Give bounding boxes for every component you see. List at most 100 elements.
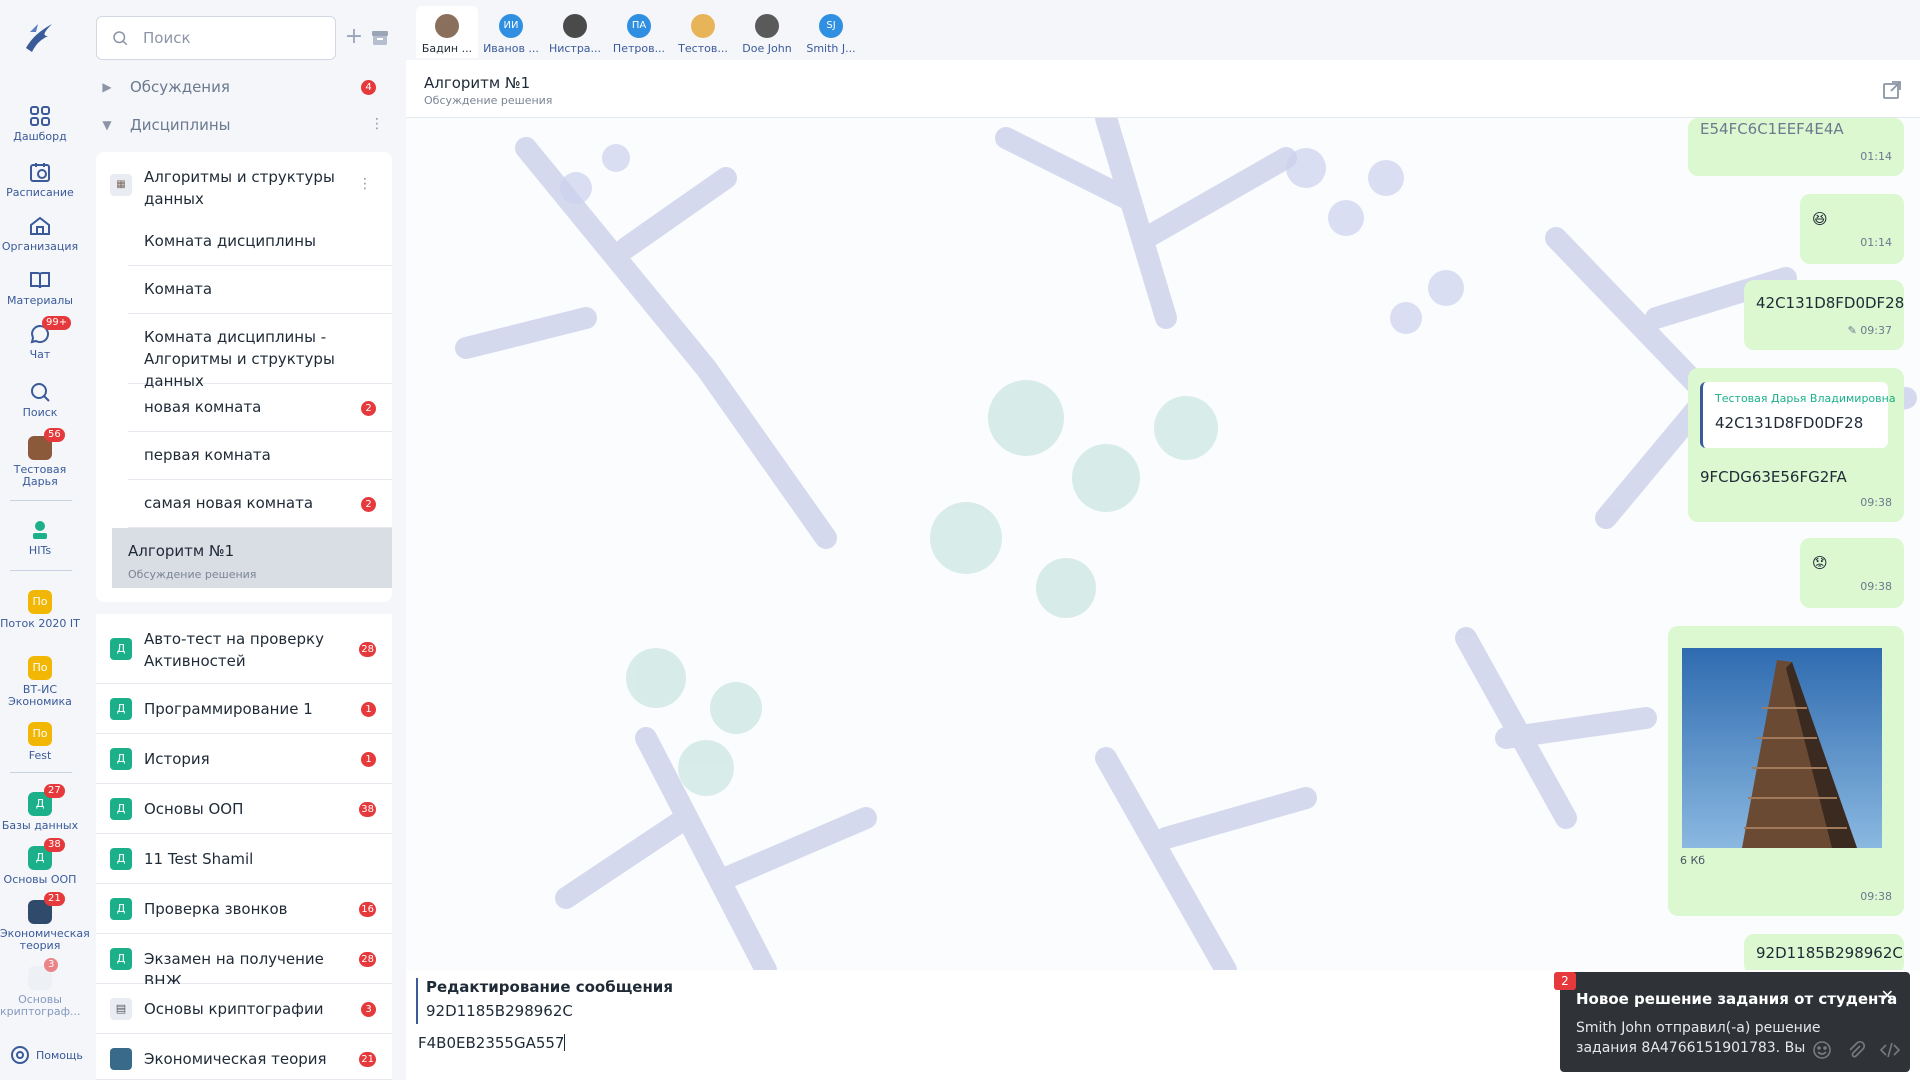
discipline-item[interactable]: Д Основы ООП 38	[96, 784, 392, 834]
participant-avatar	[563, 14, 587, 38]
message-bubble[interactable]: 42C131D8FD0DF28 ✎ 09:37	[1744, 280, 1904, 350]
more-icon[interactable]: ⋮	[370, 116, 384, 132]
message-bubble[interactable]: Тестовая Дарья Владимировна 42C131D8FD0D…	[1688, 368, 1904, 522]
message-bubble[interactable]: 92D1185B298962C	[1744, 934, 1904, 970]
section-discussions[interactable]: ▶ Обсуждения 4	[96, 72, 392, 102]
participant[interactable]: ИИ Иванов ...	[480, 6, 542, 58]
section-disciplines[interactable]: ▼ Дисциплины ⋮	[96, 110, 392, 140]
rail-course-label: Экономическая теория	[0, 927, 90, 952]
rail-group-2[interactable]: По ВТ-ИС Экономика	[0, 656, 80, 708]
discipline-badge: 28	[359, 952, 376, 967]
rail-hits-label: HITs	[28, 544, 52, 557]
emoji-icon[interactable]	[1812, 1040, 1832, 1060]
add-icon[interactable]: +	[342, 26, 366, 50]
open-external-icon[interactable]	[1882, 80, 1902, 100]
search-placeholder: Поиск	[143, 29, 191, 47]
rail-schedule[interactable]: Расписание	[0, 160, 80, 199]
rail-search-label: Поиск	[22, 406, 58, 419]
room-item[interactable]: Комната дисциплины - Алгоритмы и структу…	[128, 314, 392, 390]
message-list[interactable]: E54FC6C1EEF4E4A 01:14 😆 01:14 42C131D8FD…	[406, 118, 1920, 970]
participant[interactable]: Бадин ...	[416, 6, 478, 58]
participant-name: Smith J...	[806, 42, 856, 55]
discipline-avatar: Д	[110, 898, 132, 920]
rail-chat-label: Чат	[29, 348, 51, 361]
code-icon[interactable]	[1880, 1040, 1900, 1060]
rail-group-1[interactable]: По Поток 2020 IT	[0, 590, 80, 630]
rail-hits[interactable]: HITs	[0, 518, 80, 557]
room-label: самая новая комната	[144, 494, 314, 512]
close-icon[interactable]: ✕	[1881, 986, 1894, 1005]
discipline-label: Программирование 1	[144, 700, 313, 718]
rail-profile[interactable]: 56 Тестовая Дарья	[0, 428, 80, 488]
discipline-item[interactable]: Д Экзамен на получение ВНЖ 28	[96, 934, 392, 990]
notification-toast[interactable]: 2 Новое решение задания от студента ✕ Sm…	[1554, 972, 1910, 1072]
course-badge: 27	[44, 784, 65, 798]
discipline-item[interactable]: Д Авто-тест на проверку Активностей 28	[96, 614, 392, 684]
rail-course-label: Основы криптограф...	[0, 993, 81, 1018]
rail-organization-label: Организация	[1, 240, 79, 253]
participant[interactable]: ПА Петров...	[608, 6, 670, 58]
rail-group-3[interactable]: По Fest	[0, 722, 80, 762]
participant-name: Петров...	[612, 42, 666, 55]
rail-search[interactable]: Поиск	[0, 380, 80, 419]
hits-logo-icon	[33, 521, 47, 539]
rail-organization[interactable]: Организация	[0, 214, 80, 253]
discipline-item[interactable]: ▤ Основы криптографии 3	[96, 984, 392, 1034]
quote-text: 42C131D8FD0DF28	[1715, 414, 1864, 432]
room-item[interactable]: первая комната	[128, 432, 392, 480]
message-text: 92D1185B298962C	[1756, 944, 1903, 962]
discipline-item[interactable]: Д Проверка звонков 16	[96, 884, 392, 934]
profile-avatar: 56	[28, 428, 65, 460]
course-badge: 38	[44, 838, 65, 852]
rail-course-label: Основы ООП	[3, 873, 77, 886]
discipline-item[interactable]: Д История 1	[96, 734, 392, 784]
room-item-active[interactable]: Алгоритм №1 Обсуждение решения	[112, 528, 392, 588]
search-input[interactable]: Поиск	[96, 16, 336, 60]
archive-icon[interactable]	[370, 28, 390, 48]
participant[interactable]: Тестов...	[672, 6, 734, 58]
room-item[interactable]: самая новая комната 2	[128, 480, 392, 528]
room-item[interactable]: новая комната 2	[128, 384, 392, 432]
rail-divider	[10, 500, 72, 501]
message-bubble[interactable]: E54FC6C1EEF4E4A 01:14	[1688, 118, 1904, 176]
message-bubble[interactable]: 😆 01:14	[1800, 194, 1904, 264]
participant-name: Нистра...	[548, 42, 602, 55]
message-input[interactable]: F4B0EB2355GA557	[418, 1034, 566, 1052]
rail-chat[interactable]: 99+ Чат	[0, 316, 80, 361]
message-time: 01:14	[1860, 236, 1892, 249]
message-bubble[interactable]: 6 Кб 09:38	[1668, 626, 1904, 916]
discipline-item[interactable]: Д 11 Test Shamil	[96, 834, 392, 884]
schedule-icon	[30, 163, 50, 182]
rail-course-3[interactable]: 21 Экономическая теория	[0, 892, 90, 952]
discipline-item[interactable]: Экономическая теория 21	[96, 1034, 392, 1080]
attached-photo[interactable]	[1682, 648, 1882, 848]
more-icon[interactable]: ⋮	[358, 176, 372, 192]
book-icon	[30, 272, 50, 289]
section-badge: 4	[361, 80, 376, 95]
discipline-item[interactable]: Д Программирование 1 1	[96, 684, 392, 734]
participant-name: Doe John	[742, 42, 792, 55]
participant[interactable]: Doe John	[736, 6, 798, 58]
discipline-header[interactable]: ▦ Алгоритмы и структуры данных ⋮	[96, 152, 392, 218]
rail-course-2[interactable]: Д 38 Основы ООП	[0, 838, 80, 886]
participant[interactable]: Нистра...	[544, 6, 606, 58]
rail-course-4[interactable]: 3 Основы криптограф...	[0, 958, 81, 1018]
participant-avatar	[691, 14, 715, 38]
room-item[interactable]: Комната дисциплины	[128, 218, 392, 266]
rail-dashboard[interactable]: Дашборд	[0, 104, 80, 143]
chat-area: Бадин ... ИИ Иванов ... Нистра... ПА Пет…	[406, 0, 1920, 1080]
room-item[interactable]: Комната	[128, 266, 392, 314]
message-bubble[interactable]: 😟 09:38	[1800, 538, 1904, 608]
attach-icon[interactable]	[1846, 1040, 1866, 1060]
app-logo-icon[interactable]	[22, 18, 56, 54]
message-emoji: 😆	[1812, 210, 1828, 228]
discipline-avatar: Д	[110, 798, 132, 820]
rail-materials[interactable]: Материалы	[0, 268, 80, 307]
participant-name: Тестов...	[678, 42, 728, 55]
help-button[interactable]: Помощь	[10, 1045, 83, 1065]
rail-course-1[interactable]: Д 27 Базы данных	[0, 784, 80, 832]
participant[interactable]: SJ Smith J...	[800, 6, 862, 58]
quote-author: Тестовая Дарья Владимировна	[1715, 392, 1896, 405]
quoted-message[interactable]: Тестовая Дарья Владимировна 42C131D8FD0D…	[1700, 382, 1896, 448]
text-caret	[564, 1034, 566, 1051]
